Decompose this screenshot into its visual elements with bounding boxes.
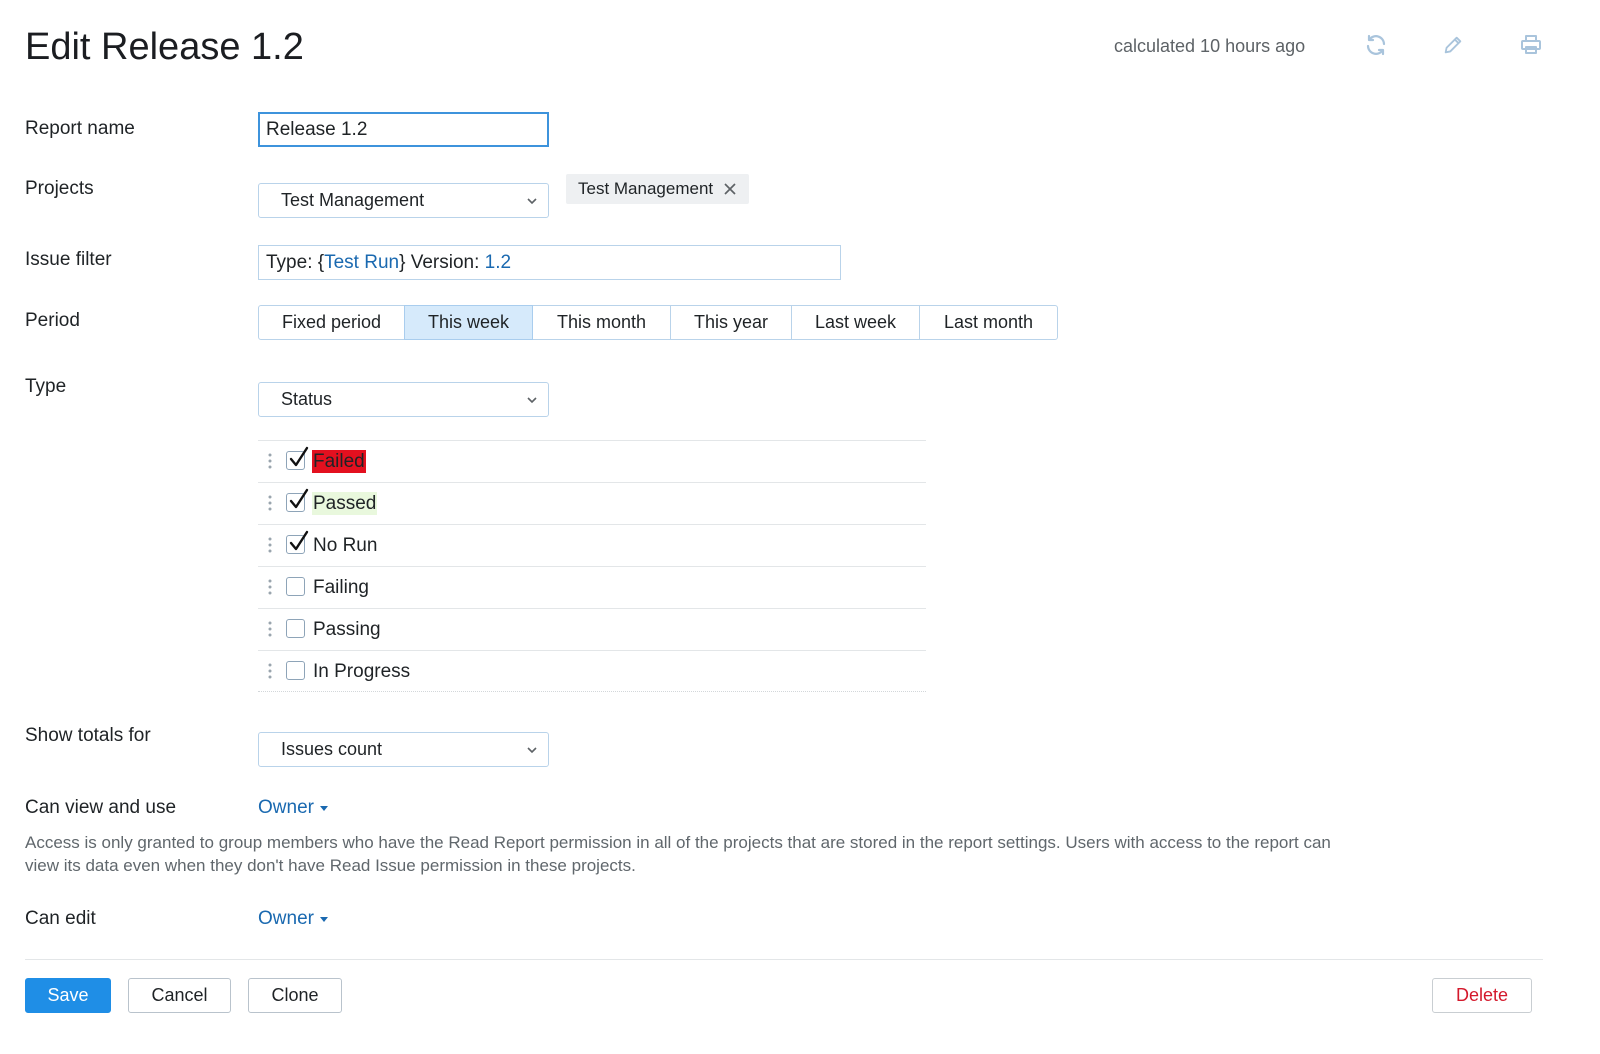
drag-handle-icon[interactable] xyxy=(267,620,273,638)
status-label: Passed xyxy=(312,492,378,515)
type-select-value: Status xyxy=(281,389,333,409)
close-icon[interactable] xyxy=(723,182,737,196)
projects-select[interactable]: Test Management xyxy=(258,183,549,218)
status-checkbox[interactable] xyxy=(286,661,305,680)
period-label: Period xyxy=(25,310,80,331)
save-button[interactable]: Save xyxy=(25,978,111,1013)
caret-down-icon xyxy=(319,805,328,811)
period-last-week[interactable]: Last week xyxy=(791,305,920,340)
can-view-value: Owner xyxy=(258,797,314,818)
status-checkbox[interactable] xyxy=(286,577,305,596)
refresh-icon[interactable] xyxy=(1361,30,1391,60)
can-edit-label: Can edit xyxy=(25,908,96,929)
period-last-month[interactable]: Last month xyxy=(919,305,1058,340)
period-this-year[interactable]: This year xyxy=(670,305,792,340)
period-segmented-control: Fixed period This week This month This y… xyxy=(258,305,1058,340)
filter-version-value: 1.2 xyxy=(484,251,512,273)
status-row: Failed xyxy=(258,440,926,482)
clone-button[interactable]: Clone xyxy=(248,978,342,1013)
filter-type-value: Test Run xyxy=(324,251,400,273)
show-totals-value: Issues count xyxy=(281,739,383,759)
footer-divider xyxy=(25,959,1543,960)
project-tag: Test Management xyxy=(566,174,750,204)
drag-handle-icon[interactable] xyxy=(267,578,273,596)
access-help-text: Access is only granted to group members … xyxy=(25,833,1331,875)
show-totals-label: Show totals for xyxy=(25,725,151,746)
chevron-down-icon xyxy=(527,396,537,403)
period-this-month[interactable]: This month xyxy=(532,305,671,340)
page-title: Edit Release 1.2 xyxy=(25,26,304,68)
show-totals-select[interactable]: Issues count xyxy=(258,732,549,767)
status-label: Passing xyxy=(313,619,381,640)
type-label: Type xyxy=(25,376,67,397)
status-label: Failing xyxy=(313,577,369,598)
period-this-week[interactable]: This week xyxy=(404,305,533,340)
status-row: In Progress xyxy=(258,650,926,692)
drag-handle-icon[interactable] xyxy=(267,452,273,470)
status-checkbox[interactable] xyxy=(286,530,309,554)
drag-handle-icon[interactable] xyxy=(267,662,273,680)
filter-version-key: } Version: xyxy=(399,251,485,273)
status-label: No Run xyxy=(313,535,378,556)
issue-filter-label: Issue filter xyxy=(25,249,112,270)
filter-type-key: Type: { xyxy=(266,251,325,273)
status-label: In Progress xyxy=(313,661,411,682)
checkmark-icon xyxy=(289,488,309,509)
status-label: Failed xyxy=(312,450,366,473)
chevron-down-icon xyxy=(527,746,537,753)
drag-handle-icon[interactable] xyxy=(267,536,273,554)
can-edit-value: Owner xyxy=(258,908,314,929)
caret-down-icon xyxy=(319,916,328,922)
print-icon[interactable] xyxy=(1516,30,1546,60)
report-name-input[interactable] xyxy=(258,112,549,147)
pencil-icon[interactable] xyxy=(1438,30,1468,60)
status-row: No Run xyxy=(258,524,926,566)
checkmark-icon xyxy=(289,446,309,467)
can-view-dropdown[interactable]: Owner xyxy=(258,797,328,819)
issue-filter-input[interactable]: Type: {Test Run} Version: 1.2 xyxy=(258,245,841,280)
chevron-down-icon xyxy=(527,197,537,204)
can-edit-dropdown[interactable]: Owner xyxy=(258,908,328,930)
projects-label: Projects xyxy=(25,178,94,199)
period-fixed-period[interactable]: Fixed period xyxy=(258,305,405,340)
status-checkbox[interactable] xyxy=(286,446,309,470)
cancel-button[interactable]: Cancel xyxy=(128,978,231,1013)
projects-select-value: Test Management xyxy=(281,190,425,210)
delete-button[interactable]: Delete xyxy=(1432,978,1532,1013)
report-name-label: Report name xyxy=(25,118,135,139)
status-checkbox[interactable] xyxy=(286,619,305,638)
project-tag-label: Test Management xyxy=(578,179,714,198)
status-row: Passing xyxy=(258,608,926,650)
checkmark-icon xyxy=(289,530,309,551)
calculated-timestamp: calculated 10 hours ago xyxy=(1114,36,1306,56)
drag-handle-icon[interactable] xyxy=(267,494,273,512)
can-view-label: Can view and use xyxy=(25,797,177,818)
status-list: Failed Passed No Run Failing Passing In … xyxy=(258,440,926,692)
status-row: Failing xyxy=(258,566,926,608)
status-row: Passed xyxy=(258,482,926,524)
type-select[interactable]: Status xyxy=(258,382,549,417)
status-checkbox[interactable] xyxy=(286,488,309,512)
